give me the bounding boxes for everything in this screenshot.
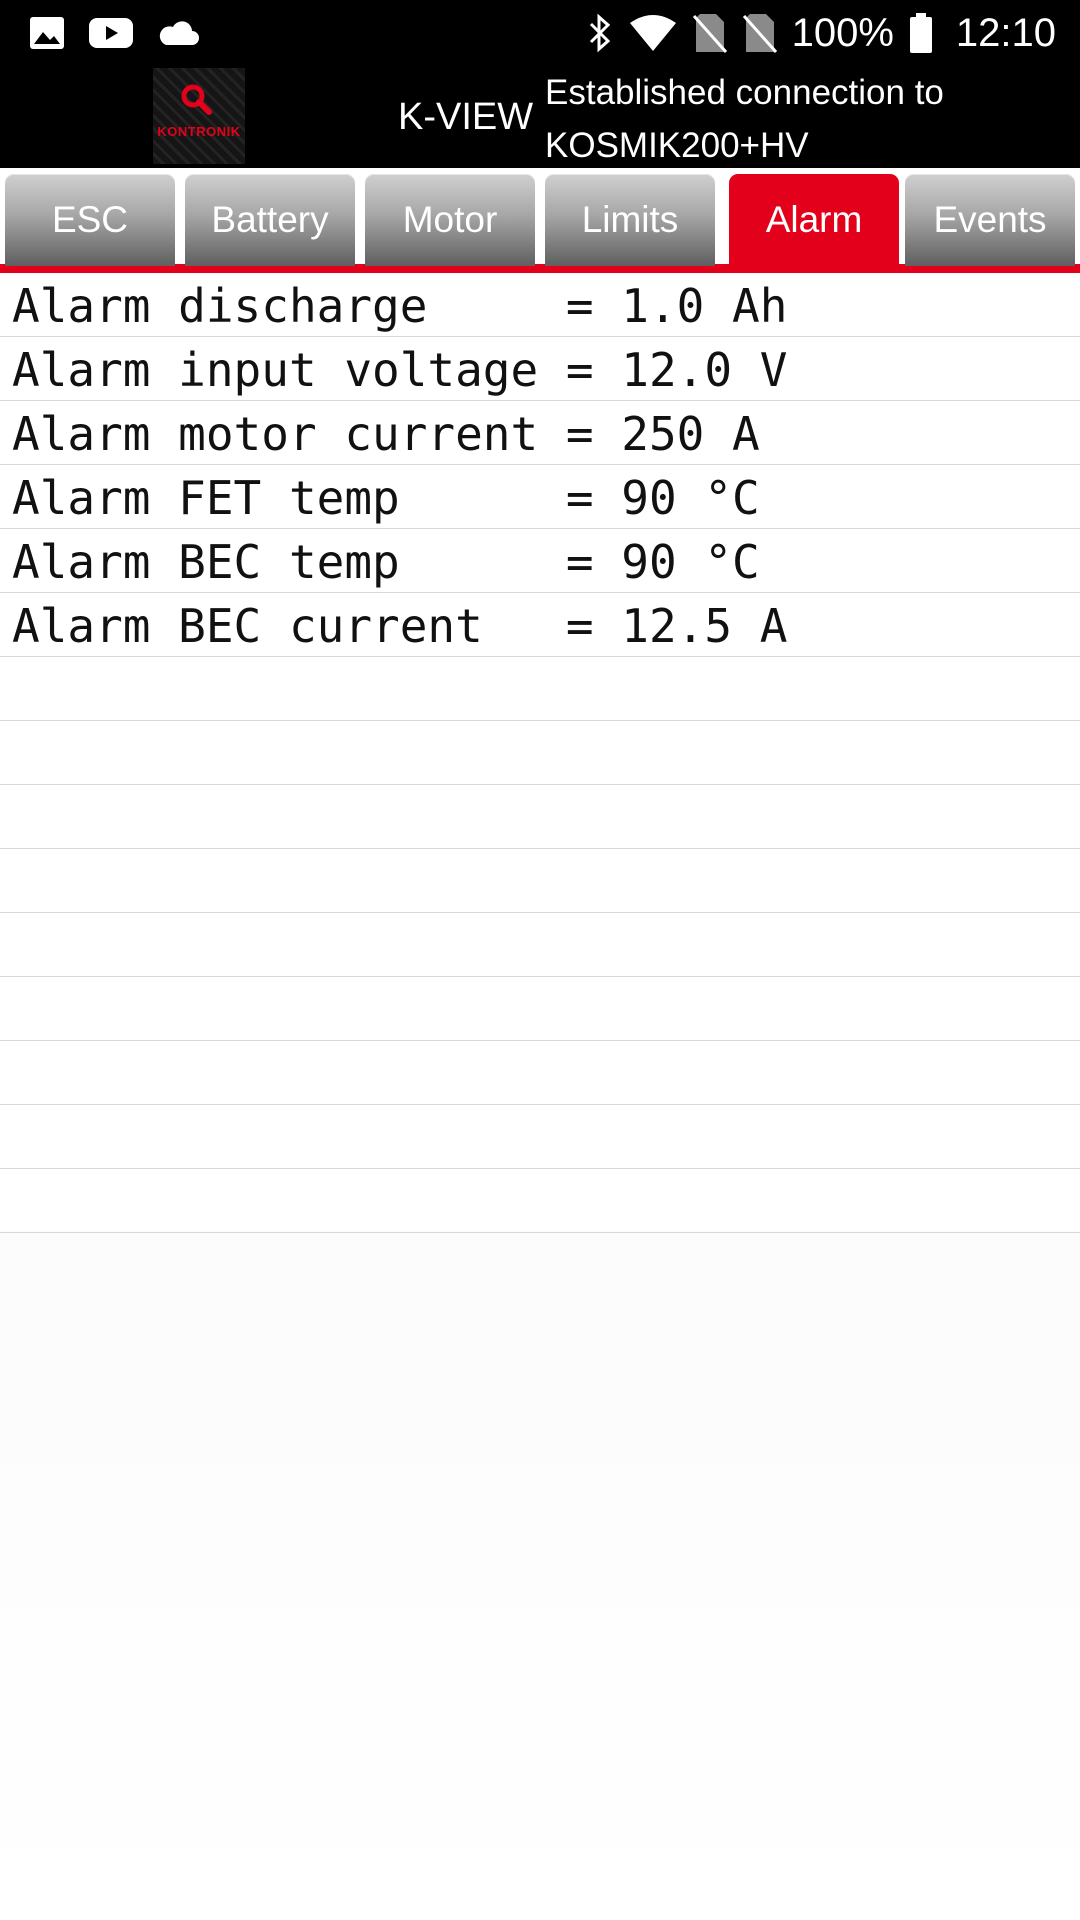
youtube-icon xyxy=(89,18,133,48)
row-text: Alarm FET temp = 90 °C xyxy=(12,471,760,525)
alarm-list: Alarm discharge = 1.0 Ah Alarm input vol… xyxy=(0,273,1080,1233)
row-text: Alarm input voltage = 12.0 V xyxy=(12,343,788,397)
battery-percentage: 100% xyxy=(791,10,894,55)
list-item xyxy=(0,849,1080,913)
list-item: Alarm BEC current = 12.5 A xyxy=(0,593,1080,657)
list-item xyxy=(0,913,1080,977)
tab-battery[interactable]: Battery xyxy=(185,174,355,266)
list-item xyxy=(0,785,1080,849)
list-item: Alarm input voltage = 12.0 V xyxy=(0,337,1080,401)
row-text: Alarm BEC current = 12.5 A xyxy=(12,599,788,653)
list-item xyxy=(0,721,1080,785)
row-text: Alarm BEC temp = 90 °C xyxy=(12,535,760,589)
connection-status: Established connection to KOSMIK200+HV xyxy=(545,73,944,165)
kontronik-logo: KONTRONIK xyxy=(153,68,245,164)
tab-motor[interactable]: Motor xyxy=(365,174,535,266)
tab-alarm[interactable]: Alarm xyxy=(729,174,899,270)
system-status: 100% 12:10 xyxy=(586,10,1056,56)
gallery-icon xyxy=(30,17,64,49)
wifi-icon xyxy=(629,15,676,51)
status-time: 12:10 xyxy=(955,10,1056,55)
logo-text: KONTRONIK xyxy=(157,124,241,139)
tab-limits[interactable]: Limits xyxy=(545,174,715,266)
tab-bar: ESC Battery Motor Limits Alarm Events xyxy=(0,168,1080,273)
tab-esc[interactable]: ESC xyxy=(5,174,175,266)
list-item: Alarm motor current = 250 A xyxy=(0,401,1080,465)
list-item: Alarm discharge = 1.0 Ah xyxy=(0,273,1080,337)
bluetooth-icon xyxy=(589,13,610,53)
battery-icon xyxy=(909,13,932,53)
list-item xyxy=(0,977,1080,1041)
list-item: Alarm FET temp = 90 °C xyxy=(0,465,1080,529)
app-header: KONTRONIK K-VIEW Established connection … xyxy=(0,66,1080,168)
row-text: Alarm motor current = 250 A xyxy=(12,407,760,461)
status-bar: 100% 12:10 xyxy=(0,0,1080,66)
list-item xyxy=(0,657,1080,721)
notification-icons xyxy=(28,12,200,54)
no-sim-icon xyxy=(692,14,727,53)
row-text: Alarm discharge = 1.0 Ah xyxy=(12,279,788,333)
list-item: Alarm BEC temp = 90 °C xyxy=(0,529,1080,593)
list-item xyxy=(0,1169,1080,1233)
list-item xyxy=(0,1041,1080,1105)
search-icon xyxy=(181,84,212,115)
app-title: K-VIEW xyxy=(398,96,534,138)
no-sim-icon xyxy=(742,14,777,53)
cloud-icon xyxy=(159,21,199,45)
tab-events[interactable]: Events xyxy=(905,174,1075,266)
list-item xyxy=(0,1105,1080,1169)
